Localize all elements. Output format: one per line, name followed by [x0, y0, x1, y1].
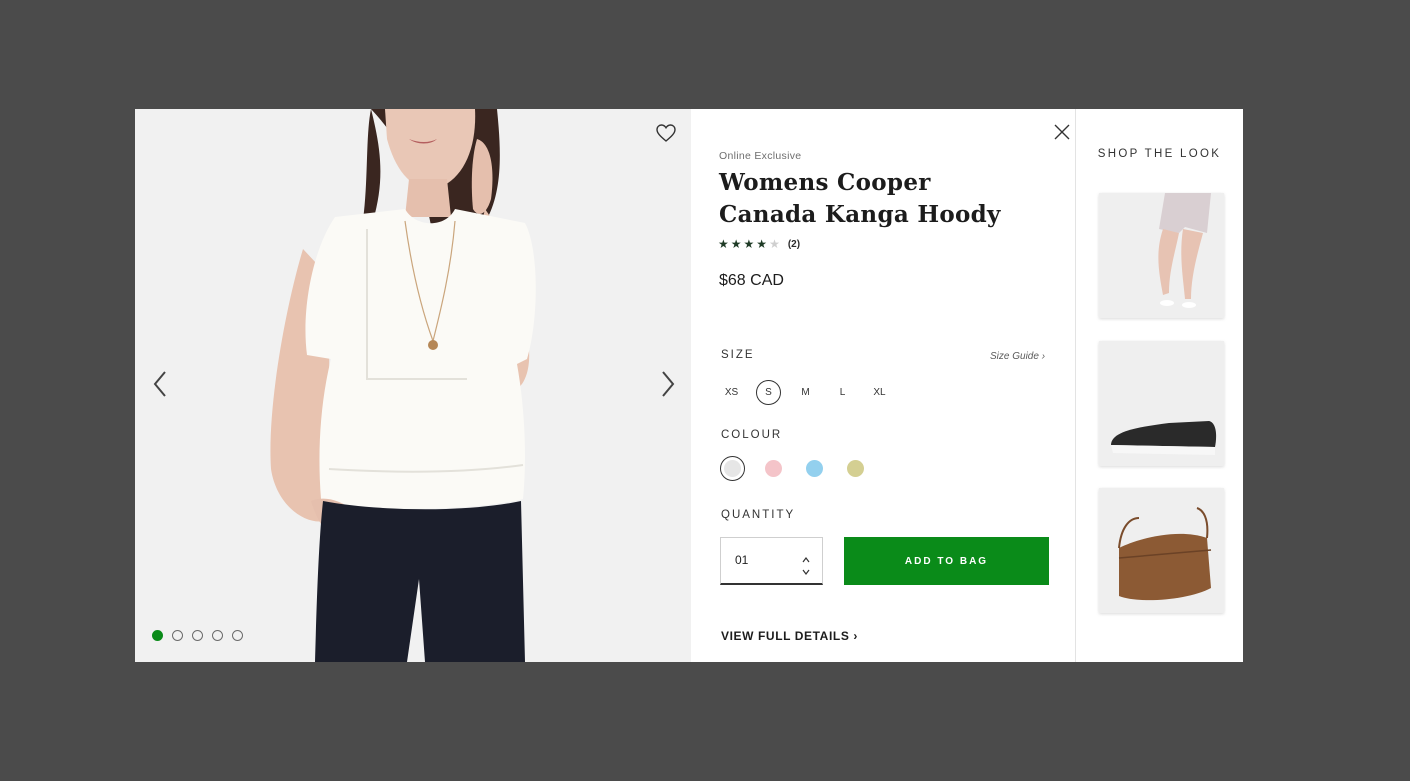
colour-swatch-fill — [847, 460, 864, 477]
quantity-increase-chevron-up-icon[interactable] — [801, 551, 811, 563]
star-icon: ★ — [756, 237, 768, 251]
star-icon: ★ — [769, 237, 780, 251]
size-option-s[interactable]: S — [756, 380, 781, 405]
size-option-xs[interactable]: XS — [719, 380, 744, 405]
product-price: $68 CAD — [719, 272, 784, 289]
shop-the-look-title: SHOP THE LOOK — [1097, 148, 1222, 160]
quantity-label: QUANTITY — [721, 509, 796, 521]
colour-swatch-4[interactable] — [843, 456, 868, 481]
quantity-stepper[interactable]: 01 — [720, 537, 823, 585]
star-icon: ★ — [718, 237, 729, 251]
product-title: Womens Cooper Canada Kanga Hoody — [719, 167, 1039, 231]
online-exclusive-badge: Online Exclusive — [719, 150, 802, 162]
size-option-l[interactable]: L — [830, 380, 855, 405]
colour-swatch-2[interactable] — [761, 456, 786, 481]
star-icon: ★ — [743, 237, 755, 251]
colour-swatch-1[interactable] — [720, 456, 745, 481]
product-title-line-2: Canada Kanga Hoody — [719, 201, 1001, 228]
gallery-pagination-dots — [152, 630, 243, 641]
size-option-m[interactable]: M — [793, 380, 818, 405]
floral-shorts-image — [1099, 193, 1224, 318]
look-item-shorts[interactable] — [1099, 193, 1224, 318]
quick-view-modal: Online Exclusive Womens Cooper Canada Ka… — [135, 109, 1243, 662]
product-details-panel: Online Exclusive Womens Cooper Canada Ka… — [691, 109, 1076, 662]
quantity-decrease-chevron-down-icon[interactable] — [801, 563, 811, 575]
product-rating[interactable]: ★ ★ ★ ★ ★ (2) — [718, 237, 800, 251]
add-to-bag-button[interactable]: ADD TO BAG — [844, 537, 1049, 585]
gallery-dot-1[interactable] — [152, 630, 163, 641]
gallery-dot-2[interactable] — [172, 630, 183, 641]
size-guide-link[interactable]: Size Guide › — [990, 351, 1045, 362]
close-icon[interactable] — [1051, 121, 1073, 143]
colour-swatches — [720, 456, 868, 481]
quantity-value[interactable]: 01 — [735, 553, 748, 567]
favourite-heart-icon[interactable] — [654, 121, 678, 145]
black-slip-on-shoe-image — [1099, 341, 1224, 466]
look-item-bag[interactable] — [1099, 488, 1224, 613]
colour-swatch-3[interactable] — [802, 456, 827, 481]
gallery-dot-5[interactable] — [232, 630, 243, 641]
star-icon: ★ — [730, 237, 742, 251]
size-option-xl[interactable]: XL — [867, 380, 892, 405]
colour-swatch-fill — [765, 460, 782, 477]
review-count[interactable]: (2) — [788, 239, 800, 250]
next-image-chevron-right-icon[interactable] — [655, 369, 679, 399]
product-title-line-1: Womens Cooper — [719, 169, 931, 196]
colour-label: COLOUR — [721, 429, 783, 441]
shop-the-look-panel: SHOP THE LOOK — [1076, 109, 1243, 662]
brown-crossbody-bag-image — [1099, 488, 1224, 613]
size-label: SIZE — [721, 349, 755, 361]
gallery-dot-4[interactable] — [212, 630, 223, 641]
previous-image-chevron-left-icon[interactable] — [149, 369, 173, 399]
colour-swatch-fill — [724, 460, 741, 477]
view-full-details-link[interactable]: VIEW FULL DETAILS › — [721, 629, 858, 643]
look-item-shoe[interactable] — [1099, 341, 1224, 466]
colour-swatch-fill — [806, 460, 823, 477]
size-options: XS S M L XL — [719, 380, 892, 405]
product-image-gallery[interactable] — [135, 109, 691, 662]
product-photo — [135, 109, 691, 662]
gallery-dot-3[interactable] — [192, 630, 203, 641]
